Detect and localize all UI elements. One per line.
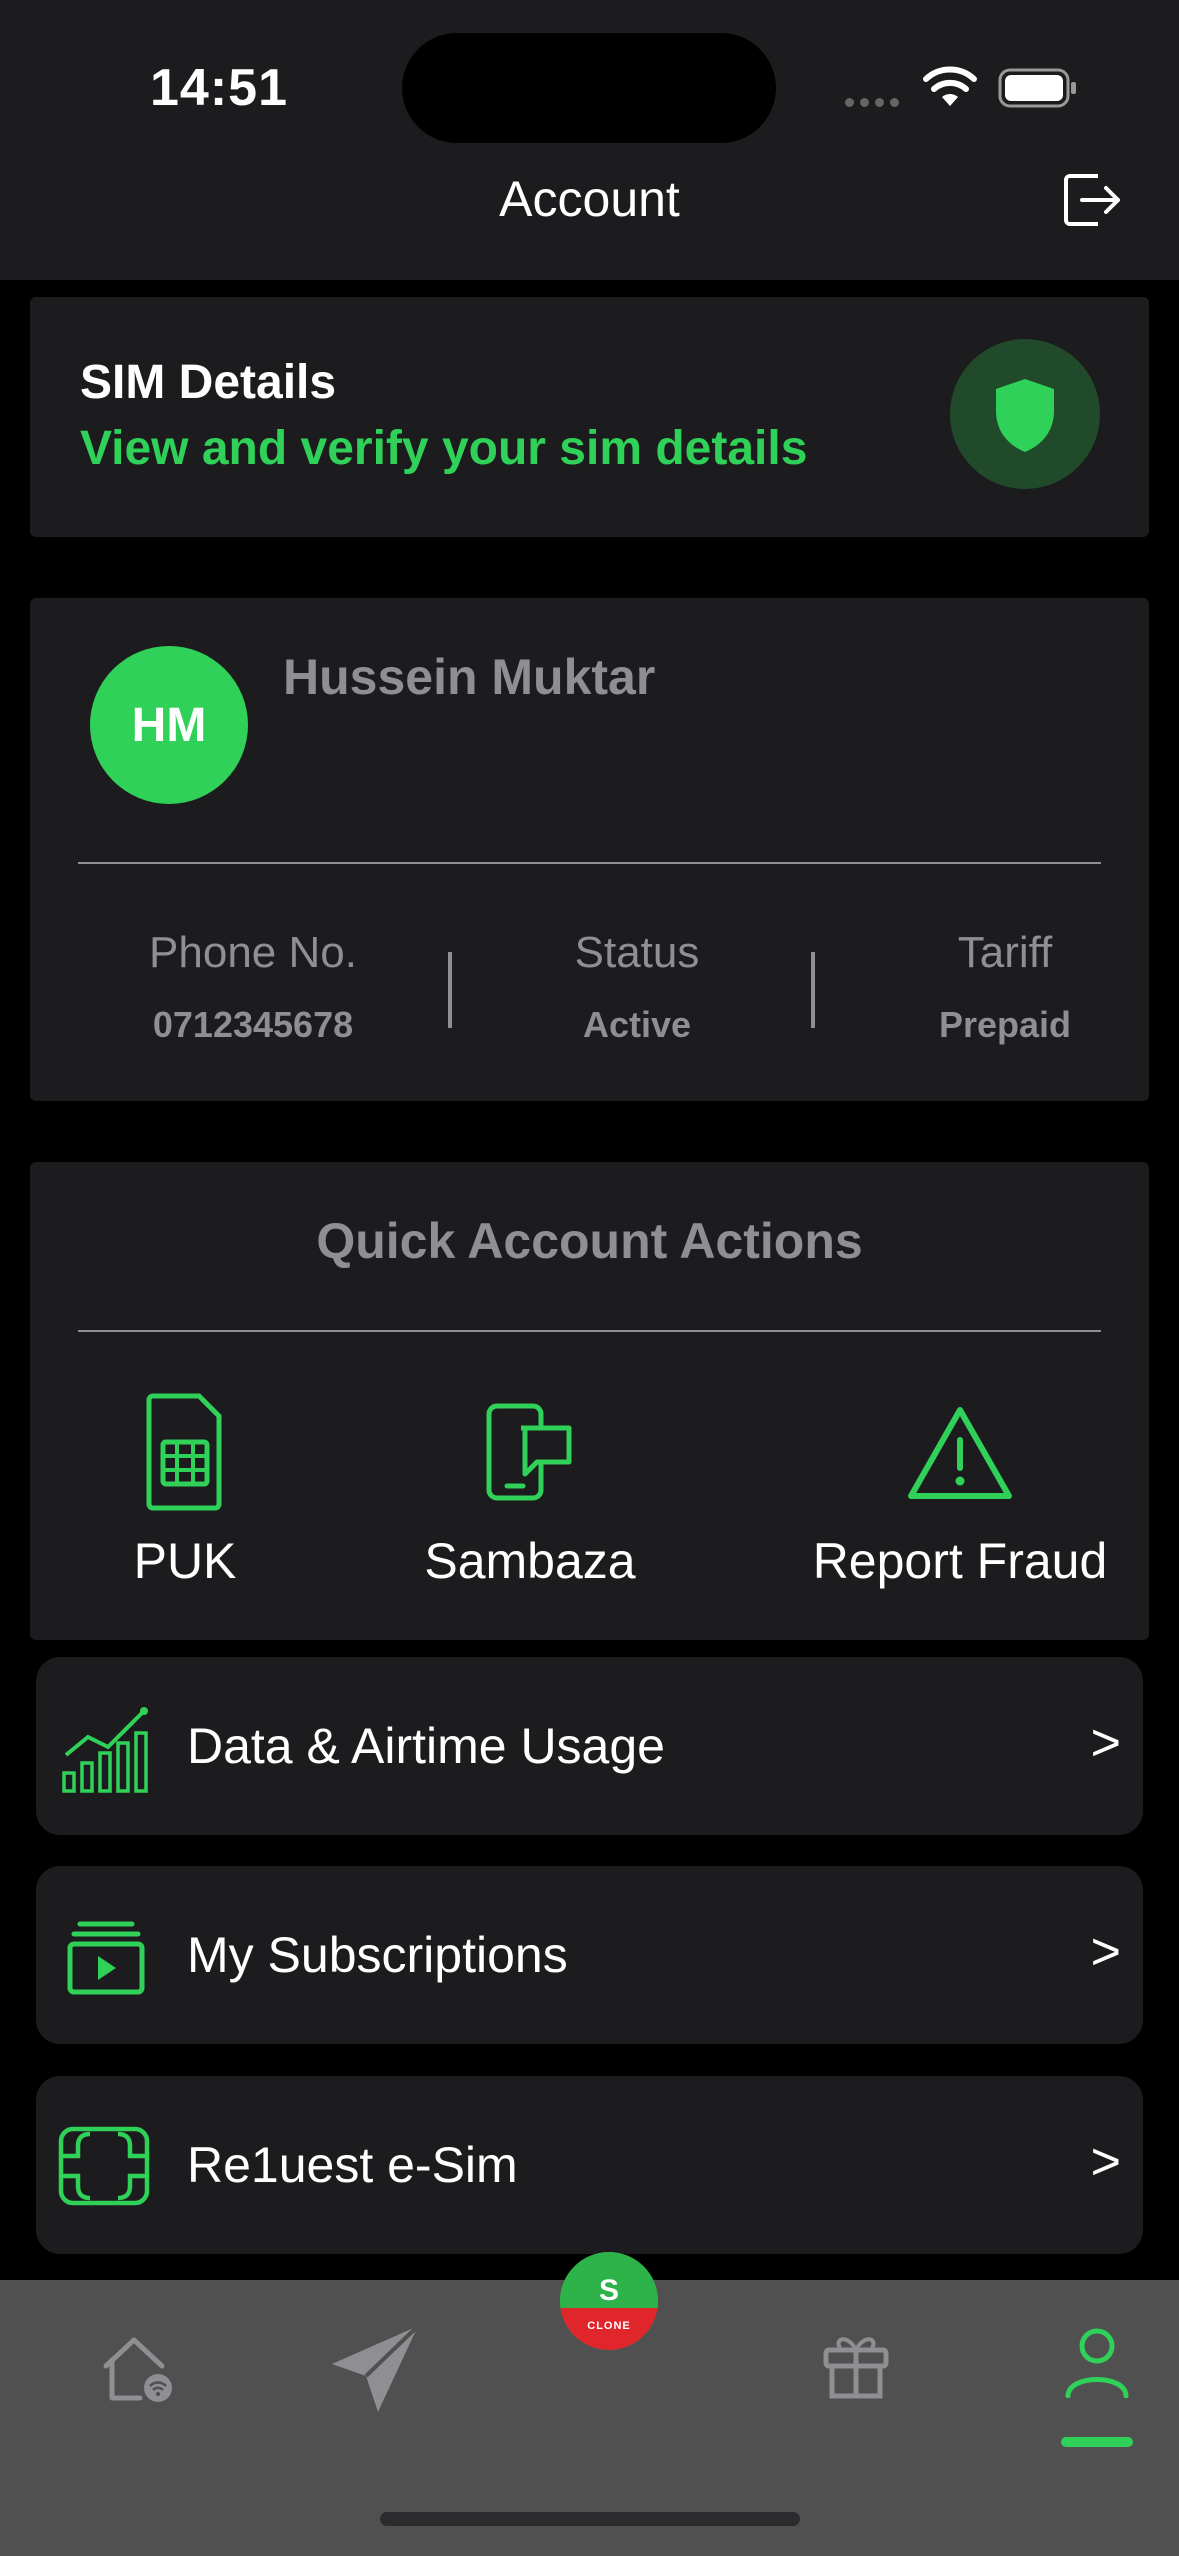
profile-icon[interactable] bbox=[1064, 2326, 1130, 2398]
quick-actions-title: Quick Account Actions bbox=[316, 1213, 863, 1269]
app-logo-button[interactable]: S CLONE bbox=[560, 2252, 658, 2350]
stat-label: Status bbox=[574, 928, 700, 977]
stat-tariff: Tariff Prepaid bbox=[830, 928, 1179, 1046]
avatar: HM bbox=[90, 646, 248, 804]
stat-label: Tariff bbox=[957, 928, 1053, 977]
active-tab-indicator bbox=[1061, 2437, 1133, 2447]
shield-icon bbox=[996, 379, 1054, 452]
user-name: Hussein Muktar bbox=[283, 649, 656, 705]
stat-separator bbox=[448, 952, 452, 1028]
sim-details-title: SIM Details bbox=[80, 356, 337, 409]
quick-actions-card: Quick Account Actions PUK Sambaza Report… bbox=[30, 1162, 1149, 1640]
cellular-signal-icon bbox=[845, 94, 905, 107]
logout-icon[interactable] bbox=[1060, 168, 1124, 232]
logo-letter: S bbox=[598, 2274, 619, 2307]
menu-label: Data & Airtime Usage bbox=[187, 1718, 665, 1774]
phone-share-icon bbox=[486, 1403, 572, 1501]
stat-value: Active bbox=[582, 1004, 692, 1045]
menu-label: My Subscriptions bbox=[187, 1927, 568, 1983]
stat-phone: Phone No. 0712345678 bbox=[78, 928, 428, 1046]
menu-my-subscriptions[interactable]: My Subscriptions > bbox=[36, 1866, 1143, 2044]
gift-icon[interactable] bbox=[822, 2330, 890, 2400]
menu-data-airtime-usage[interactable]: Data & Airtime Usage > bbox=[36, 1657, 1143, 1835]
sim-card-icon bbox=[146, 1393, 222, 1511]
esim-icon bbox=[58, 2126, 150, 2206]
sim-details-subtitle: View and verify your sim details bbox=[80, 422, 808, 475]
top-bar: 14:51 Account bbox=[0, 0, 1179, 280]
action-label: Sambaza bbox=[424, 1533, 636, 1589]
home-indicator[interactable] bbox=[380, 2512, 800, 2526]
stat-value: Prepaid bbox=[938, 1004, 1072, 1045]
battery-icon bbox=[998, 68, 1076, 108]
action-puk[interactable]: PUK bbox=[60, 1392, 310, 1590]
send-icon[interactable] bbox=[330, 2324, 422, 2414]
chart-icon bbox=[62, 1707, 148, 1793]
menu-request-esim[interactable]: Re1uest e-Sim > bbox=[36, 2076, 1143, 2254]
shield-badge[interactable] bbox=[950, 339, 1100, 489]
stat-label: Phone No. bbox=[149, 928, 357, 977]
chevron-right-icon: > bbox=[1090, 1714, 1121, 1772]
sim-details-card[interactable]: SIM Details View and verify your sim det… bbox=[30, 297, 1149, 537]
status-time: 14:51 bbox=[150, 59, 288, 117]
wifi-icon bbox=[923, 66, 977, 106]
action-label: PUK bbox=[133, 1533, 237, 1589]
divider bbox=[78, 862, 1101, 864]
chevron-right-icon: > bbox=[1090, 2133, 1121, 2191]
chevron-right-icon: > bbox=[1090, 1923, 1121, 1981]
action-report-fraud[interactable]: Report Fraud bbox=[770, 1392, 1150, 1590]
stat-value: 0712345678 bbox=[152, 1004, 354, 1045]
profile-card: HM Hussein Muktar Phone No. 0712345678 S… bbox=[30, 598, 1149, 1101]
action-label: Report Fraud bbox=[812, 1533, 1108, 1589]
action-sambaza[interactable]: Sambaza bbox=[370, 1392, 690, 1590]
stat-status: Status Active bbox=[462, 928, 812, 1046]
stat-separator bbox=[811, 952, 815, 1028]
menu-label: Re1uest e-Sim bbox=[187, 2137, 518, 2193]
warning-icon bbox=[908, 1407, 1012, 1499]
page-title: Account bbox=[499, 171, 680, 227]
home-icon[interactable] bbox=[100, 2332, 176, 2404]
logo-text: CLONE bbox=[587, 2320, 631, 2332]
divider bbox=[78, 1330, 1101, 1332]
subscriptions-icon bbox=[67, 1921, 145, 1995]
dynamic-island bbox=[402, 33, 776, 143]
